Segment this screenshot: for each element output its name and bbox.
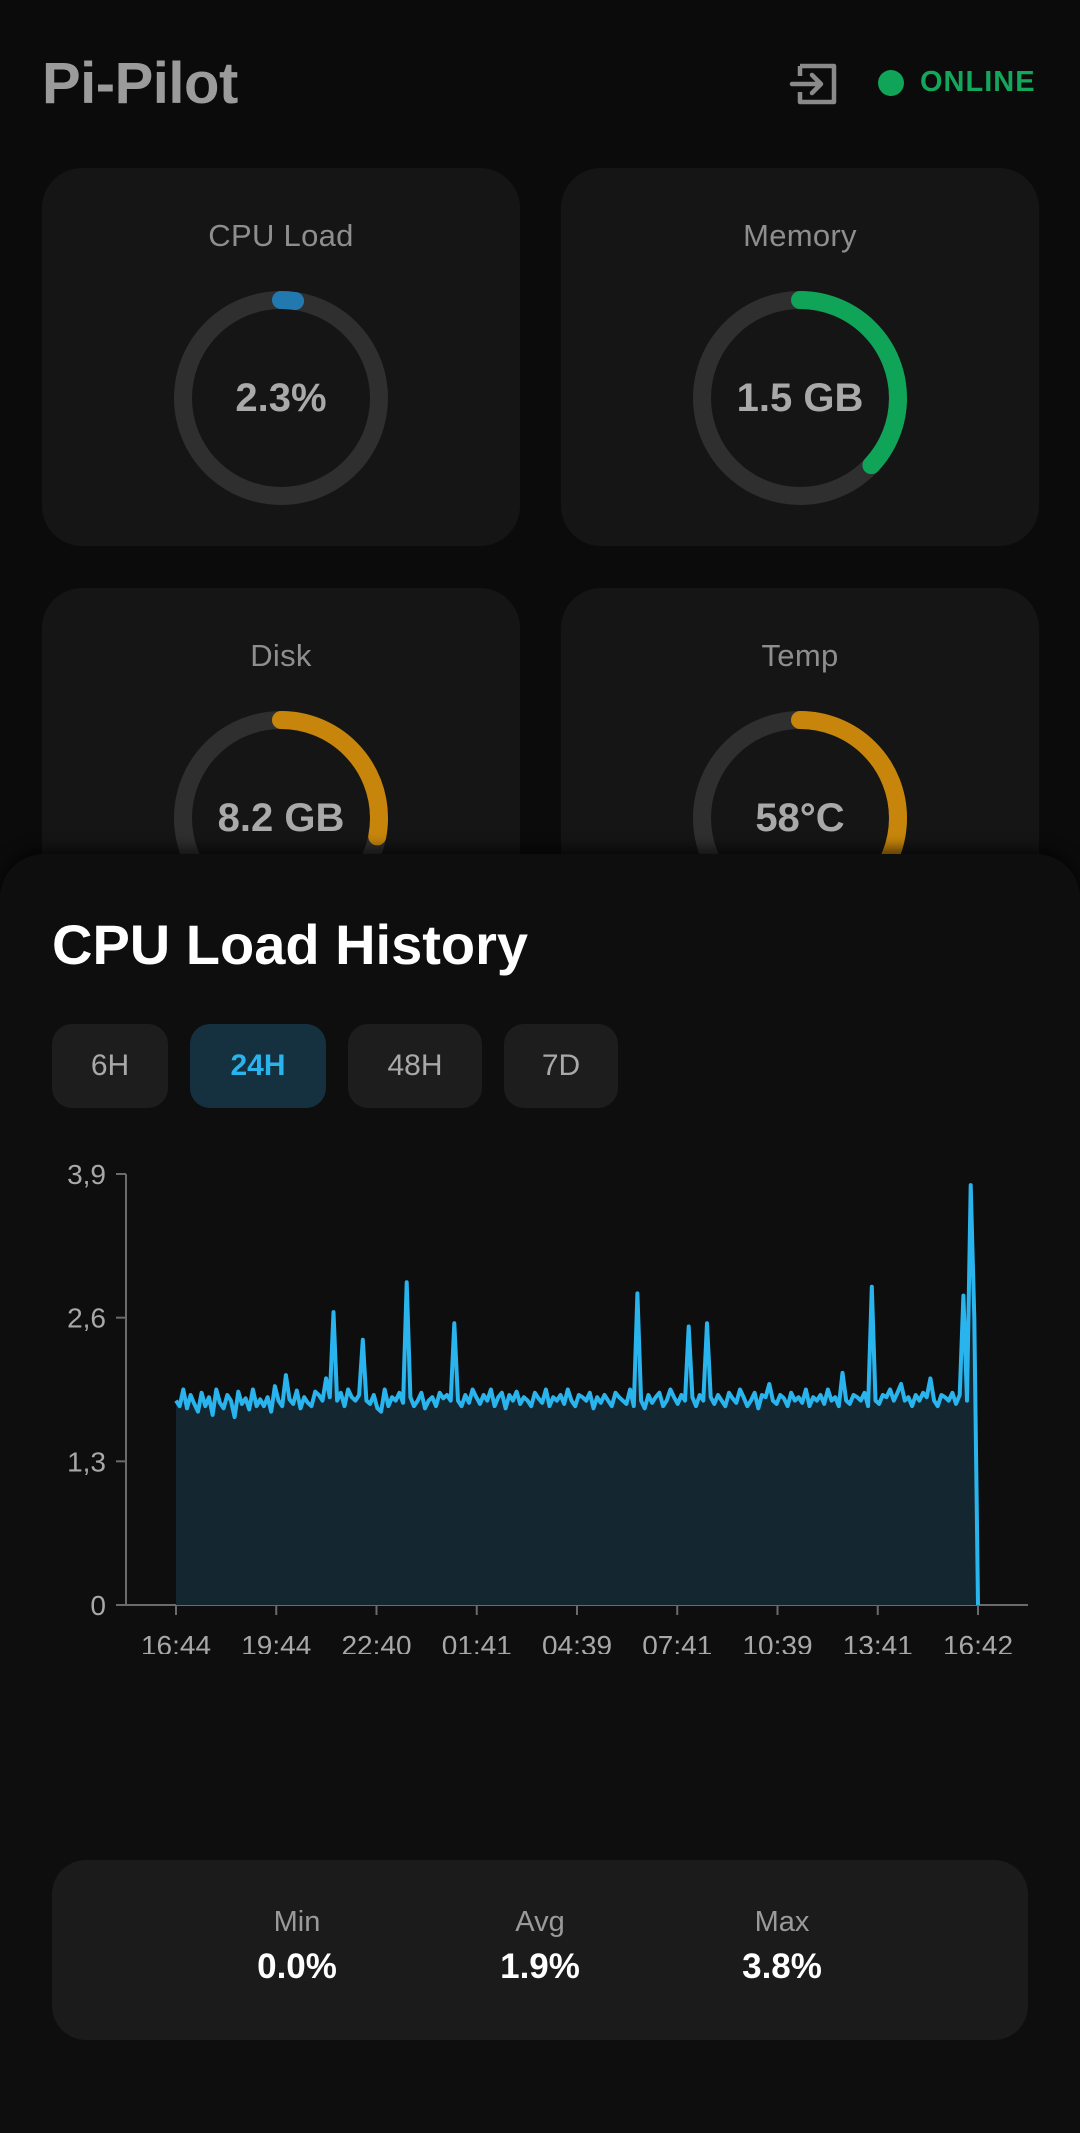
connection-status: ONLINE: [878, 66, 1036, 99]
metric-value: 2.3%: [235, 376, 327, 420]
metric-title: Disk: [250, 638, 312, 673]
x-tick-label: 07:41: [642, 1630, 712, 1654]
metric-title: CPU Load: [208, 218, 354, 253]
stat-min-value: 0.0%: [257, 1947, 337, 1986]
stat-avg-value: 1.9%: [500, 1947, 580, 1986]
metric-title: Temp: [761, 638, 839, 673]
x-tick-label: 16:42: [943, 1630, 1013, 1654]
history-sheet[interactable]: CPU Load History 6H 24H 48H 7D 0 1,3 2,6 3,…: [0, 854, 1080, 2133]
metric-title: Memory: [743, 218, 857, 253]
stat-max-label: Max: [754, 1906, 810, 1938]
y-tick-label: 1,3: [67, 1446, 106, 1477]
cpu-gauge: 2.3%: [171, 288, 391, 508]
stat-avg-label: Avg: [515, 1906, 565, 1938]
x-tick-label: 13:41: [843, 1630, 913, 1654]
metric-value: 1.5 GB: [736, 376, 864, 420]
stat-max: Max 3.8%: [682, 1906, 882, 1987]
metric-card-cpu: CPU Load 2.3%: [42, 168, 520, 546]
app-header: Pi-Pilot ONLINE: [0, 0, 1080, 160]
memory-gauge: 1.5 GB: [690, 288, 910, 508]
app-title: Pi-Pilot: [42, 51, 238, 116]
metric-card-memory: Memory 1.5 GB: [561, 168, 1039, 546]
stat-max-value: 3.8%: [742, 1947, 822, 1986]
cpu-history-chart: 0 1,3 2,6 3,9 16:44 19:44 22:40 01:41 04:39 07:41…: [67, 1159, 1028, 1654]
logout-button[interactable]: [788, 56, 844, 112]
status-dot-icon: [878, 69, 904, 96]
y-tick-label: 2,6: [67, 1303, 106, 1334]
x-tick-label: 22:40: [341, 1630, 411, 1654]
history-title: CPU Load History: [52, 913, 529, 976]
x-tick-label: 16:44: [141, 1630, 211, 1654]
logout-icon: [789, 63, 837, 105]
range-tab-7d[interactable]: 7D: [504, 1024, 618, 1108]
x-tick-label: 10:39: [742, 1630, 812, 1654]
stat-avg: Avg 1.9%: [440, 1906, 640, 1987]
x-tick-label: 04:39: [542, 1630, 612, 1654]
y-tick-label: 0: [90, 1590, 106, 1621]
y-tick-label: 3,9: [67, 1159, 106, 1190]
status-label: ONLINE: [920, 66, 1036, 98]
range-tabs: 6H 24H 48H 7D: [52, 1024, 618, 1108]
x-tick-label: 19:44: [241, 1630, 311, 1654]
x-tick-label: 01:41: [442, 1630, 512, 1654]
range-tab-6h[interactable]: 6H: [52, 1024, 168, 1108]
stats-panel: Min 0.0% Avg 1.9% Max 3.8%: [52, 1860, 1028, 2040]
stat-min-label: Min: [273, 1906, 321, 1938]
range-tab-24h[interactable]: 24H: [190, 1024, 326, 1108]
stat-min: Min 0.0%: [197, 1906, 397, 1987]
range-tab-48h[interactable]: 48H: [348, 1024, 482, 1108]
